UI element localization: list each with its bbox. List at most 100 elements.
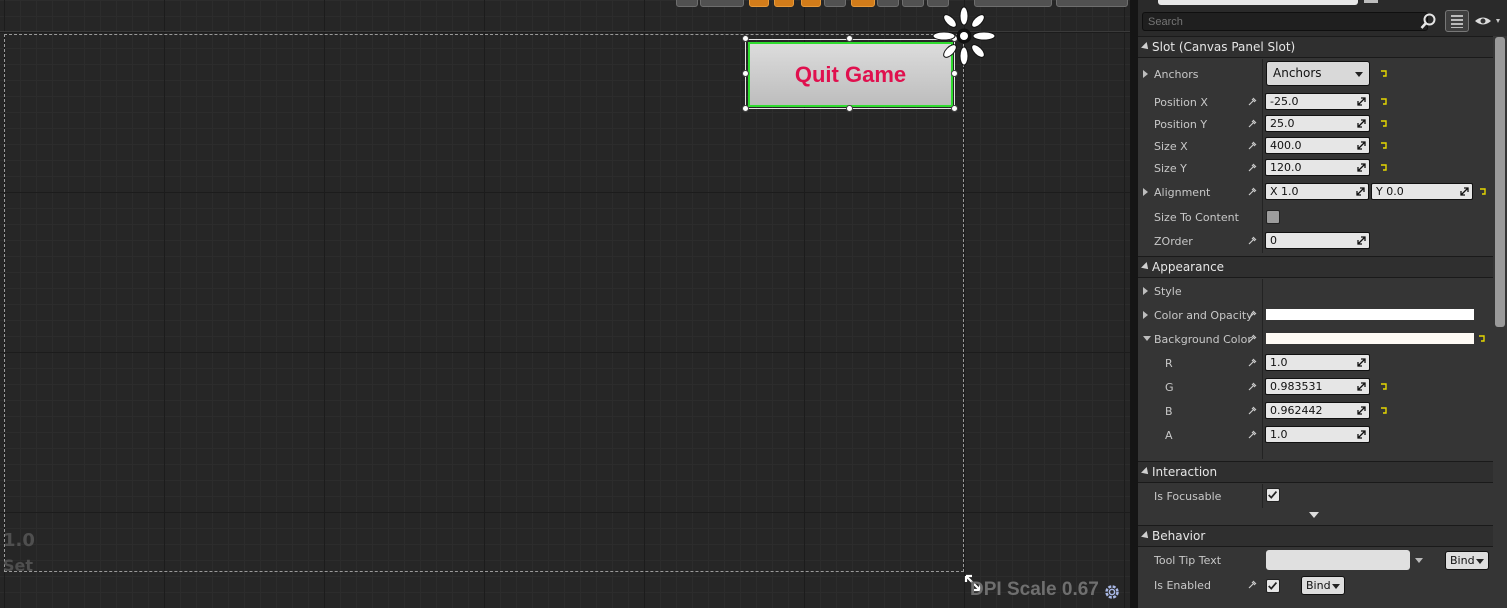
a-field[interactable]: 1.0	[1265, 426, 1370, 443]
pin-icon[interactable]	[1248, 187, 1257, 196]
toolbar-locale-button[interactable]	[902, 0, 924, 7]
g-field[interactable]: 0.983531	[1265, 378, 1370, 395]
tooltip-text-field[interactable]	[1266, 550, 1410, 570]
expand-arrow-icon[interactable]	[1143, 336, 1151, 341]
r-label: R	[1165, 357, 1173, 370]
bind-label: Bind	[1306, 579, 1331, 592]
quit-game-button[interactable]: Quit Game	[748, 42, 953, 107]
resize-handle-bottom-left[interactable]	[742, 105, 749, 112]
reset-arrow-icon[interactable]	[1379, 97, 1389, 107]
reset-arrow-icon[interactable]	[1379, 119, 1389, 129]
widget-name-field[interactable]	[1158, 0, 1358, 5]
expand-arrow-icon[interactable]	[1143, 287, 1148, 295]
is-focusable-checkbox[interactable]	[1266, 488, 1280, 502]
pin-icon[interactable]	[1248, 310, 1257, 319]
reset-arrow-icon[interactable]	[1379, 382, 1389, 392]
pin-icon[interactable]	[1248, 163, 1257, 172]
size-to-content-checkbox[interactable]	[1266, 210, 1280, 224]
pin-icon[interactable]	[1248, 406, 1257, 415]
anchor-icon[interactable]	[930, 6, 998, 66]
expand-arrow-icon[interactable]	[1143, 70, 1148, 78]
toolbar-snap-button[interactable]	[824, 0, 846, 7]
resize-handle-right[interactable]	[951, 70, 958, 77]
pin-icon[interactable]	[1248, 334, 1257, 343]
pin-icon[interactable]	[1248, 119, 1257, 128]
toolbar-grid-button[interactable]	[851, 0, 875, 7]
color-opacity-swatch[interactable]	[1266, 309, 1474, 320]
pin-icon[interactable]	[1248, 430, 1257, 439]
g-label: G	[1165, 381, 1174, 394]
pin-icon[interactable]	[1248, 141, 1257, 150]
background-color-swatch[interactable]	[1266, 333, 1474, 344]
section-header-slot[interactable]: Slot (Canvas Panel Slot)	[1138, 36, 1493, 58]
position-x-label: Position X	[1154, 96, 1208, 109]
b-label: B	[1165, 405, 1173, 418]
gear-icon[interactable]	[1102, 582, 1122, 602]
section-header-interaction[interactable]: Interaction	[1138, 461, 1493, 483]
position-x-field[interactable]: -25.0	[1265, 93, 1370, 110]
resize-handle-left[interactable]	[742, 70, 749, 77]
pin-icon[interactable]	[1248, 580, 1257, 589]
zorder-field[interactable]: 0	[1265, 232, 1370, 249]
toolbar-rotate-button[interactable]	[774, 0, 794, 7]
spin-arrows-icon	[1356, 187, 1365, 196]
resize-handle-bottom-right[interactable]	[951, 105, 958, 112]
section-header-behavior[interactable]: Behavior	[1138, 525, 1493, 547]
chevron-down-icon[interactable]	[1415, 558, 1423, 563]
pin-icon[interactable]	[1248, 236, 1257, 245]
r-field[interactable]: 1.0	[1265, 354, 1370, 371]
details-scrollbar[interactable]	[1495, 37, 1505, 327]
section-header-appearance[interactable]: Appearance	[1138, 256, 1493, 278]
anchors-dropdown[interactable]: Anchors	[1266, 61, 1370, 86]
chevron-down-icon	[1355, 72, 1363, 77]
a-label: A	[1165, 429, 1173, 442]
grid-view-button[interactable]	[1445, 10, 1469, 32]
resize-handle-bottom[interactable]	[846, 105, 853, 112]
is-enabled-checkbox[interactable]	[1266, 579, 1280, 593]
toolbar-grid-size-button[interactable]	[877, 0, 899, 7]
resize-handle-top[interactable]	[846, 35, 853, 42]
chevron-down-icon	[1476, 559, 1484, 564]
pin-icon[interactable]	[1248, 358, 1257, 367]
reset-arrow-icon[interactable]	[1477, 334, 1487, 344]
resize-handle-top-left[interactable]	[742, 35, 749, 42]
size-x-field[interactable]: 400.0	[1265, 137, 1370, 154]
pin-icon[interactable]	[1248, 382, 1257, 391]
search-icon[interactable]	[1420, 13, 1437, 30]
expand-arrow-icon[interactable]	[1143, 188, 1148, 196]
alignment-y-field[interactable]: Y 0.0	[1371, 183, 1473, 200]
set-overlay-text: Set	[3, 556, 34, 575]
show-advanced-arrow-icon[interactable]	[1309, 512, 1319, 518]
toolbar-move-button[interactable]	[749, 0, 769, 7]
b-field[interactable]: 0.962442	[1265, 402, 1370, 419]
toolbar-dropdown-button[interactable]	[700, 0, 744, 7]
eye-icon[interactable]	[1474, 14, 1504, 28]
toolbar-fill-screen-button[interactable]	[1056, 0, 1128, 7]
toolbar-scale-button[interactable]	[801, 0, 821, 7]
section-title: Interaction	[1152, 465, 1218, 479]
tooltip-label: Tool Tip Text	[1154, 554, 1222, 567]
zorder-value: 0	[1270, 234, 1277, 247]
size-y-field[interactable]: 120.0	[1265, 159, 1370, 176]
alignment-x-field[interactable]: X 1.0	[1265, 183, 1369, 200]
position-x-value: -25.0	[1270, 95, 1299, 108]
panel-splitter[interactable]	[1130, 0, 1138, 608]
position-y-field[interactable]: 25.0	[1265, 115, 1370, 132]
a-value: 1.0	[1270, 428, 1288, 441]
alignment-x-value: X 1.0	[1270, 185, 1299, 198]
tooltip-bind-button[interactable]: Bind	[1445, 551, 1489, 570]
reset-arrow-icon[interactable]	[1379, 406, 1389, 416]
toolbar-view-button[interactable]	[676, 0, 698, 7]
is-enabled-bind-button[interactable]: Bind	[1301, 576, 1345, 595]
reset-arrow-icon[interactable]	[1379, 163, 1389, 173]
position-y-value: 25.0	[1270, 117, 1295, 130]
reset-arrow-icon[interactable]	[1379, 69, 1389, 79]
expand-arrow-icon[interactable]	[1143, 311, 1148, 319]
designer-canvas[interactable]: Quit Game 1.0 Set DPI Scale 0.67	[0, 0, 1130, 608]
reset-arrow-icon[interactable]	[1379, 141, 1389, 151]
pin-icon[interactable]	[1248, 97, 1257, 106]
search-input[interactable]	[1142, 12, 1428, 31]
is-variable-checkbox[interactable]	[1364, 0, 1378, 3]
reset-arrow-icon[interactable]	[1478, 187, 1488, 197]
spin-arrows-icon	[1357, 430, 1366, 439]
